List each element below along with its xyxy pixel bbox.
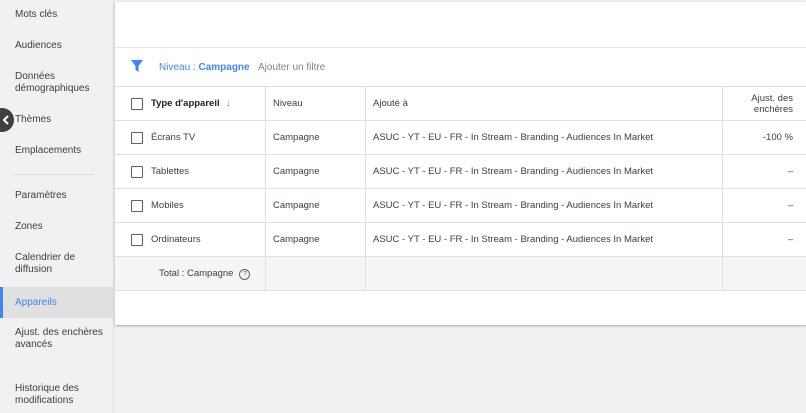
column-header-level[interactable]: Niveau (265, 87, 366, 121)
sidebar-item-themes[interactable]: Thèmes (0, 114, 114, 126)
level-cell: Campagne (265, 222, 366, 257)
sidebar-nav: Mots clés Audiences Données démographiqu… (0, 0, 114, 413)
total-level-cell (265, 256, 366, 291)
help-icon[interactable]: ? (239, 268, 251, 280)
filter-chip-level[interactable]: Niveau : Campagne (159, 62, 250, 73)
column-header-added-to[interactable]: Ajouté à (365, 87, 723, 121)
total-label: Total : Campagne? (115, 256, 266, 291)
total-added-to-cell (365, 256, 723, 291)
table-header-row: Type d'appareil ↓ Niveau Ajouté à Ajust. … (115, 87, 806, 121)
table-row: Mobiles Campagne ASUC - YT - EU - FR - I… (115, 188, 806, 223)
device-type-cell: Mobiles (151, 188, 266, 223)
panel-header-area (115, 2, 806, 48)
level-cell: Campagne (265, 120, 366, 155)
sidebar-divider (15, 174, 95, 175)
total-row: Total : Campagne? (115, 256, 806, 291)
added-to-link[interactable]: ASUC - YT - EU - FR - In Stream - Brandi… (365, 188, 723, 223)
sidebar-item-historique-modifications[interactable]: Historique des modifications (0, 383, 114, 407)
sidebar-item-emplacements[interactable]: Emplacements (0, 145, 114, 157)
added-to-link[interactable]: ASUC - YT - EU - FR - In Stream - Brandi… (365, 120, 723, 155)
column-header-type[interactable]: Type d'appareil ↓ (151, 87, 266, 121)
bid-adj-cell[interactable]: – (722, 222, 806, 257)
device-type-cell: Tablettes (151, 154, 266, 189)
device-type-cell: Écrans TV (151, 120, 266, 155)
filter-icon[interactable] (130, 59, 144, 73)
table-row: Tablettes Campagne ASUC - YT - EU - FR -… (115, 154, 806, 189)
column-header-bid-adj[interactable]: Ajust. des enchères (722, 87, 806, 121)
device-targeting-panel: Niveau : Campagne Ajouter un filtre Type… (115, 2, 806, 325)
device-table: Type d'appareil ↓ Niveau Ajouté à Ajust. … (115, 87, 806, 291)
added-to-link[interactable]: ASUC - YT - EU - FR - In Stream - Brandi… (365, 154, 723, 189)
table-row: Écrans TV Campagne ASUC - YT - EU - FR -… (115, 120, 806, 155)
sidebar-item-mots-cles[interactable]: Mots clés (0, 9, 114, 21)
sort-down-arrow-icon[interactable]: ↓ (226, 98, 231, 109)
select-all-checkbox[interactable] (131, 97, 143, 110)
sidebar-item-audiences[interactable]: Audiences (0, 40, 114, 52)
filter-bar: Niveau : Campagne Ajouter un filtre (115, 48, 806, 87)
level-cell: Campagne (265, 154, 366, 189)
add-filter-link[interactable]: Ajouter un filtre (258, 62, 325, 73)
sidebar-item-ajust-encheres-avances[interactable]: Ajust. des enchères avancés (0, 327, 114, 351)
sidebar-item-parametres[interactable]: Paramètres (0, 190, 114, 202)
table-row: Ordinateurs Campagne ASUC - YT - EU - FR… (115, 222, 806, 257)
row-checkbox[interactable] (131, 131, 143, 144)
total-bid-adj-cell (722, 256, 806, 291)
bid-adj-cell[interactable]: – (722, 188, 806, 223)
sidebar-item-zones[interactable]: Zones (0, 221, 114, 233)
sidebar-item-appareils[interactable]: Appareils (0, 287, 114, 318)
sidebar-item-calendrier-diffusion[interactable]: Calendrier de diffusion (0, 252, 114, 276)
bid-adj-cell[interactable]: – (722, 154, 806, 189)
level-cell: Campagne (265, 188, 366, 223)
bid-adj-cell[interactable]: -100 % (722, 120, 806, 155)
row-checkbox[interactable] (131, 165, 143, 178)
row-checkbox[interactable] (131, 233, 143, 246)
added-to-link[interactable]: ASUC - YT - EU - FR - In Stream - Brandi… (365, 222, 723, 257)
sidebar-item-donnees-demographiques[interactable]: Données démographiques (0, 71, 114, 95)
device-type-cell: Ordinateurs (151, 222, 266, 257)
row-checkbox[interactable] (131, 199, 143, 212)
